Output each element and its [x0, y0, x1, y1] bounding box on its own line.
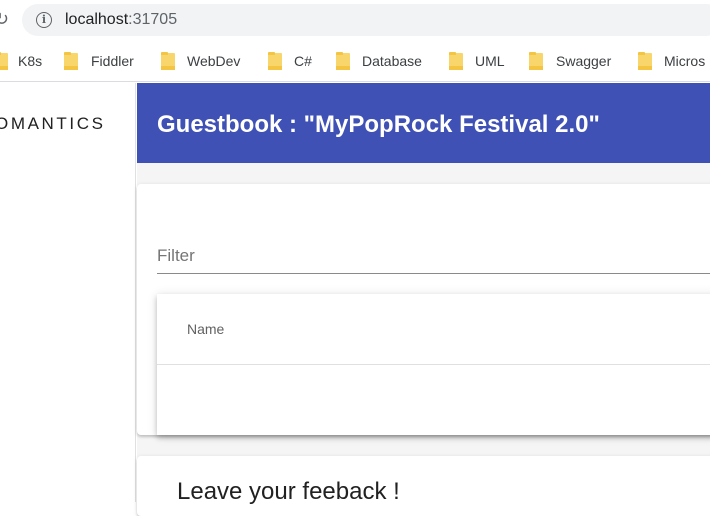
bookmark-database[interactable]: Database — [362, 52, 422, 72]
folder-icon — [0, 52, 8, 70]
url-port: :31705 — [128, 11, 178, 28]
feedback-card: Leave your feeback ! — [137, 456, 710, 516]
folder-icon — [529, 52, 543, 70]
folder-icon — [64, 52, 78, 70]
url-text[interactable]: localhost:31705 — [65, 10, 177, 30]
browser-toolbar: ↻ i localhost:31705 — [0, 0, 710, 40]
folder-icon — [268, 52, 282, 70]
folder-icon — [336, 52, 350, 70]
reload-icon[interactable]: ↻ — [0, 8, 9, 30]
bookmark-k8s[interactable]: K8s — [18, 52, 42, 72]
guestbook-table: Name — [157, 294, 710, 435]
app: OMANTICS Guestbook : "MyPopRock Festival… — [0, 83, 710, 516]
bookmark-microsoft[interactable]: Micros — [664, 52, 705, 72]
brand-logo[interactable]: OMANTICS — [0, 114, 106, 134]
folder-icon — [638, 52, 652, 70]
table-divider — [157, 364, 710, 365]
bookmark-webdev[interactable]: WebDev — [187, 52, 240, 72]
filter-input[interactable]: Filter — [157, 246, 195, 266]
filter-underline — [157, 273, 710, 274]
bookmarks-bar: K8s Fiddler WebDev C# Database UML Swagg… — [0, 40, 710, 82]
bookmark-swagger[interactable]: Swagger — [556, 52, 611, 72]
column-header-name[interactable]: Name — [187, 321, 224, 337]
folder-icon — [449, 52, 463, 70]
app-header: Guestbook : "MyPopRock Festival 2.0" — [137, 83, 710, 163]
url-host: localhost — [65, 11, 129, 28]
info-icon[interactable]: i — [36, 12, 52, 28]
sidebar: OMANTICS — [0, 83, 136, 502]
main-content: Filter Name Leave your feeback ! — [137, 163, 710, 516]
address-bar[interactable]: i localhost:31705 — [22, 4, 710, 36]
page-title: Guestbook : "MyPopRock Festival 2.0" — [157, 111, 600, 138]
bookmark-uml[interactable]: UML — [475, 52, 505, 72]
folder-icon — [161, 52, 175, 70]
bookmark-fiddler[interactable]: Fiddler — [91, 52, 134, 72]
guestbook-card: Filter Name — [137, 184, 710, 435]
bookmark-csharp[interactable]: C# — [294, 52, 312, 72]
